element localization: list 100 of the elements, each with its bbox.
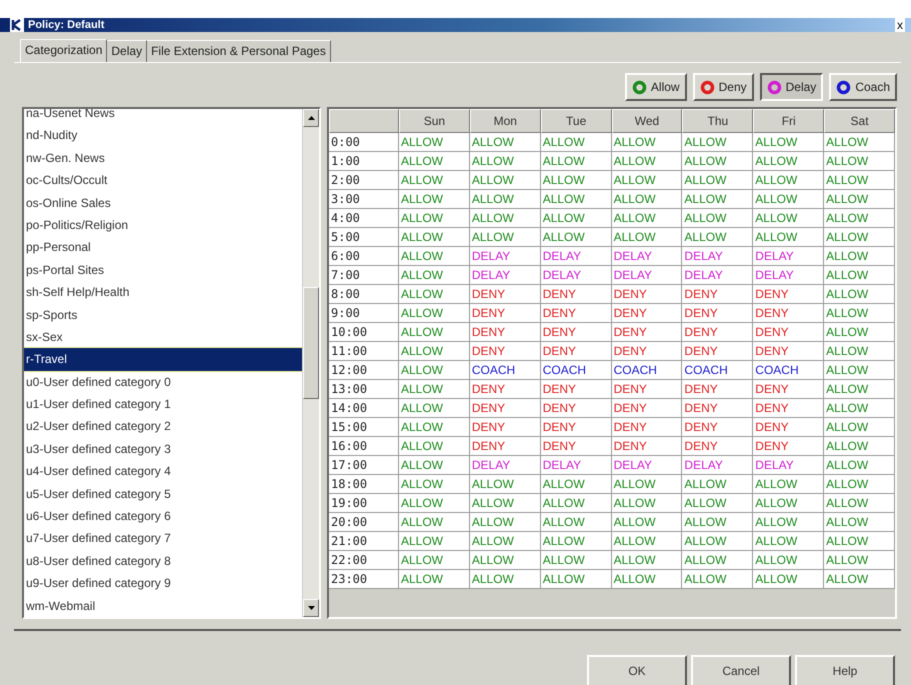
category-item[interactable]: u1-User defined category 1 bbox=[24, 393, 302, 416]
schedule-cell[interactable]: ALLOW bbox=[540, 190, 612, 209]
schedule-cell[interactable]: ALLOW bbox=[540, 133, 612, 152]
tab[interactable]: Delay bbox=[107, 40, 148, 62]
schedule-cell[interactable]: DENY bbox=[753, 418, 824, 437]
schedule-cell[interactable]: ALLOW bbox=[540, 570, 612, 589]
schedule-cell[interactable]: DELAY bbox=[470, 266, 541, 285]
schedule-cell[interactable]: ALLOW bbox=[682, 133, 754, 152]
schedule-cell[interactable]: ALLOW bbox=[824, 532, 895, 551]
schedule-cell[interactable]: DENY bbox=[682, 418, 754, 437]
legend-button[interactable]: Deny bbox=[692, 73, 754, 101]
schedule-cell[interactable]: DENY bbox=[470, 342, 541, 361]
schedule-cell[interactable]: DENY bbox=[612, 304, 682, 323]
schedule-cell[interactable]: ALLOW bbox=[824, 304, 895, 323]
schedule-cell[interactable]: ALLOW bbox=[824, 570, 895, 589]
schedule-cell[interactable]: DENY bbox=[612, 323, 682, 342]
schedule-cell[interactable]: ALLOW bbox=[399, 399, 470, 418]
schedule-cell[interactable]: DELAY bbox=[682, 247, 754, 266]
schedule-cell[interactable]: DENY bbox=[753, 323, 824, 342]
schedule-cell[interactable]: ALLOW bbox=[399, 247, 470, 266]
schedule-cell[interactable]: ALLOW bbox=[824, 266, 895, 285]
dialog-button[interactable]: Cancel bbox=[691, 655, 791, 685]
schedule-cell[interactable]: DELAY bbox=[612, 266, 682, 285]
schedule-cell[interactable]: DENY bbox=[612, 437, 682, 456]
schedule-cell[interactable]: ALLOW bbox=[753, 133, 824, 152]
schedule-cell[interactable]: ALLOW bbox=[399, 475, 470, 494]
schedule-cell[interactable]: ALLOW bbox=[399, 133, 470, 152]
schedule-cell[interactable]: DENY bbox=[540, 399, 612, 418]
schedule-cell[interactable]: DELAY bbox=[753, 456, 824, 475]
schedule-cell[interactable]: ALLOW bbox=[470, 494, 541, 513]
schedule-cell[interactable]: ALLOW bbox=[399, 171, 470, 190]
schedule-cell[interactable]: DENY bbox=[612, 418, 682, 437]
schedule-cell[interactable]: DELAY bbox=[470, 247, 541, 266]
schedule-cell[interactable]: COACH bbox=[470, 361, 541, 380]
schedule-cell[interactable]: ALLOW bbox=[399, 570, 470, 589]
legend-button[interactable]: Allow bbox=[624, 73, 687, 101]
schedule-cell[interactable]: ALLOW bbox=[824, 418, 895, 437]
schedule-cell[interactable]: ALLOW bbox=[753, 570, 824, 589]
schedule-cell[interactable]: ALLOW bbox=[540, 532, 612, 551]
schedule-cell[interactable]: ALLOW bbox=[682, 570, 754, 589]
schedule-cell[interactable]: ALLOW bbox=[612, 171, 682, 190]
schedule-cell[interactable]: DENY bbox=[540, 437, 612, 456]
schedule-cell[interactable]: DELAY bbox=[540, 266, 612, 285]
schedule-cell[interactable]: ALLOW bbox=[470, 513, 541, 532]
schedule-cell[interactable]: DELAY bbox=[682, 266, 754, 285]
schedule-cell[interactable]: DENY bbox=[470, 380, 541, 399]
dialog-button[interactable]: Help bbox=[795, 655, 895, 685]
schedule-cell[interactable]: ALLOW bbox=[470, 133, 541, 152]
schedule-cell[interactable]: DENY bbox=[612, 342, 682, 361]
schedule-cell[interactable]: ALLOW bbox=[470, 551, 541, 570]
schedule-cell[interactable]: ALLOW bbox=[540, 209, 612, 228]
schedule-cell[interactable]: ALLOW bbox=[824, 190, 895, 209]
schedule-cell[interactable]: ALLOW bbox=[824, 323, 895, 342]
schedule-cell[interactable]: COACH bbox=[753, 361, 824, 380]
schedule-cell[interactable]: DENY bbox=[753, 342, 824, 361]
schedule-cell[interactable]: ALLOW bbox=[612, 152, 682, 171]
schedule-cell[interactable]: ALLOW bbox=[824, 228, 895, 247]
schedule-cell[interactable]: DELAY bbox=[682, 456, 754, 475]
schedule-cell[interactable]: ALLOW bbox=[399, 551, 470, 570]
category-item[interactable]: sp-Sports bbox=[24, 304, 302, 326]
category-item[interactable]: r-Travel bbox=[24, 348, 302, 371]
schedule-cell[interactable]: DENY bbox=[540, 380, 612, 399]
category-item[interactable]: os-Online Sales bbox=[24, 192, 302, 214]
schedule-cell[interactable]: ALLOW bbox=[399, 209, 470, 228]
schedule-cell[interactable]: DENY bbox=[470, 437, 541, 456]
schedule-cell[interactable]: ALLOW bbox=[612, 133, 682, 152]
schedule-cell[interactable]: DENY bbox=[612, 380, 682, 399]
schedule-cell[interactable]: DENY bbox=[540, 418, 612, 437]
schedule-cell[interactable]: ALLOW bbox=[540, 494, 612, 513]
schedule-cell[interactable]: ALLOW bbox=[824, 399, 895, 418]
category-item[interactable]: u7-User defined category 7 bbox=[24, 527, 302, 550]
schedule-cell[interactable]: DENY bbox=[682, 342, 754, 361]
schedule-cell[interactable]: DENY bbox=[540, 323, 612, 342]
category-item[interactable]: sh-Self Help/Health bbox=[24, 281, 302, 304]
schedule-cell[interactable]: ALLOW bbox=[824, 285, 895, 304]
schedule-cell[interactable]: ALLOW bbox=[399, 418, 470, 437]
schedule-cell[interactable]: ALLOW bbox=[399, 494, 470, 513]
schedule-cell[interactable]: ALLOW bbox=[399, 285, 470, 304]
schedule-cell[interactable]: DENY bbox=[753, 437, 824, 456]
schedule-cell[interactable]: ALLOW bbox=[470, 475, 541, 494]
schedule-cell[interactable]: ALLOW bbox=[470, 171, 541, 190]
up-arrow-icon[interactable] bbox=[308, 116, 314, 120]
schedule-cell[interactable]: ALLOW bbox=[470, 209, 541, 228]
schedule-cell[interactable]: ALLOW bbox=[470, 152, 541, 171]
schedule-cell[interactable]: ALLOW bbox=[824, 152, 895, 171]
schedule-cell[interactable]: ALLOW bbox=[824, 342, 895, 361]
schedule-cell[interactable]: ALLOW bbox=[612, 475, 682, 494]
schedule-cell[interactable]: ALLOW bbox=[612, 494, 682, 513]
schedule-cell[interactable]: DENY bbox=[753, 285, 824, 304]
category-item[interactable]: u8-User defined category 8 bbox=[24, 550, 302, 572]
category-item[interactable]: u3-User defined category 3 bbox=[24, 438, 302, 460]
schedule-cell[interactable]: ALLOW bbox=[682, 532, 754, 551]
schedule-cell[interactable]: ALLOW bbox=[399, 532, 470, 551]
category-item[interactable]: u0-User defined category 0 bbox=[24, 370, 302, 394]
schedule-cell[interactable]: ALLOW bbox=[824, 133, 895, 152]
schedule-cell[interactable]: ALLOW bbox=[824, 361, 895, 380]
schedule-cell[interactable]: ALLOW bbox=[682, 475, 754, 494]
category-item[interactable]: pp-Personal bbox=[24, 236, 302, 259]
schedule-cell[interactable]: ALLOW bbox=[682, 209, 754, 228]
schedule-cell[interactable]: ALLOW bbox=[540, 152, 612, 171]
